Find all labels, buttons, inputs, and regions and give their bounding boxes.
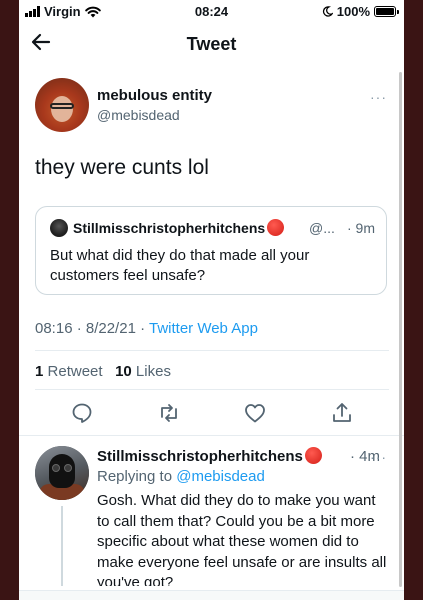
status-bar: Virgin 08:24 100% [19,0,404,22]
reply-avatar[interactable] [35,446,89,500]
quoted-author-name-label: Stillmisschristopherhitchens [73,220,266,236]
quoted-text: But what did they do that made all your … [50,247,310,284]
author-handle[interactable]: @mebisdead [97,107,180,123]
author-name[interactable]: mebulous entity [97,87,212,104]
quoted-tweet[interactable]: Stillmisschristopherhitchens @... · 9m B… [35,206,387,295]
tweet-stats: 1 Retweet 10 Likes [35,363,171,380]
divider [35,350,389,351]
more-options-icon[interactable]: ··· [370,449,387,465]
reply-author-name[interactable]: Stillmisschristopherhitchens [97,447,322,465]
avatar[interactable] [35,78,89,132]
quoted-author-name: Stillmisschristopherhitchens [73,219,285,236]
like-icon[interactable] [243,401,267,425]
tweet-timestamp: 08:16 · 8/22/21 · [35,320,149,337]
retweet-count[interactable]: 1 Retweet [35,363,103,380]
reply-icon[interactable] [70,401,94,425]
quoted-avatar [50,219,68,237]
source-app-link[interactable]: Twitter Web App [149,320,258,337]
replying-to-label: Replying to [97,468,177,485]
red-circle-icon [267,219,285,236]
replying-to: Replying to @mebisdead [97,468,265,485]
phone-screen: Virgin 08:24 100% Tweet mebulous entity … [19,0,404,600]
nav-bar: Tweet [19,26,404,62]
red-circle-icon [304,447,322,464]
like-count[interactable]: 10 Likes [115,363,171,380]
divider [19,435,404,436]
reply-text: Gosh. What did they do to make you want … [97,492,387,586]
divider [35,389,389,390]
bottom-reply-bar[interactable] [19,590,404,600]
moon-icon [322,6,333,17]
battery-percent: 100% [336,4,370,19]
quoted-time: · 9m [347,220,375,236]
more-options-icon[interactable]: ··· [370,89,387,105]
replying-to-mention[interactable]: @mebisdead [176,468,265,485]
page-title: Tweet [186,34,237,54]
scrollbar[interactable] [399,72,402,587]
reply-author-name-label: Stillmisschristopherhitchens [97,448,303,465]
tweet-meta: 08:16 · 8/22/21 · Twitter Web App [35,320,258,337]
battery-icon [374,6,399,17]
retweet-icon[interactable] [157,401,181,425]
thread-line [61,506,63,586]
status-bar-right: 100% [322,4,399,19]
quoted-author-handle: @... [309,220,335,236]
share-icon[interactable] [330,401,354,425]
tweet-text: they were cunts lol [35,156,209,179]
